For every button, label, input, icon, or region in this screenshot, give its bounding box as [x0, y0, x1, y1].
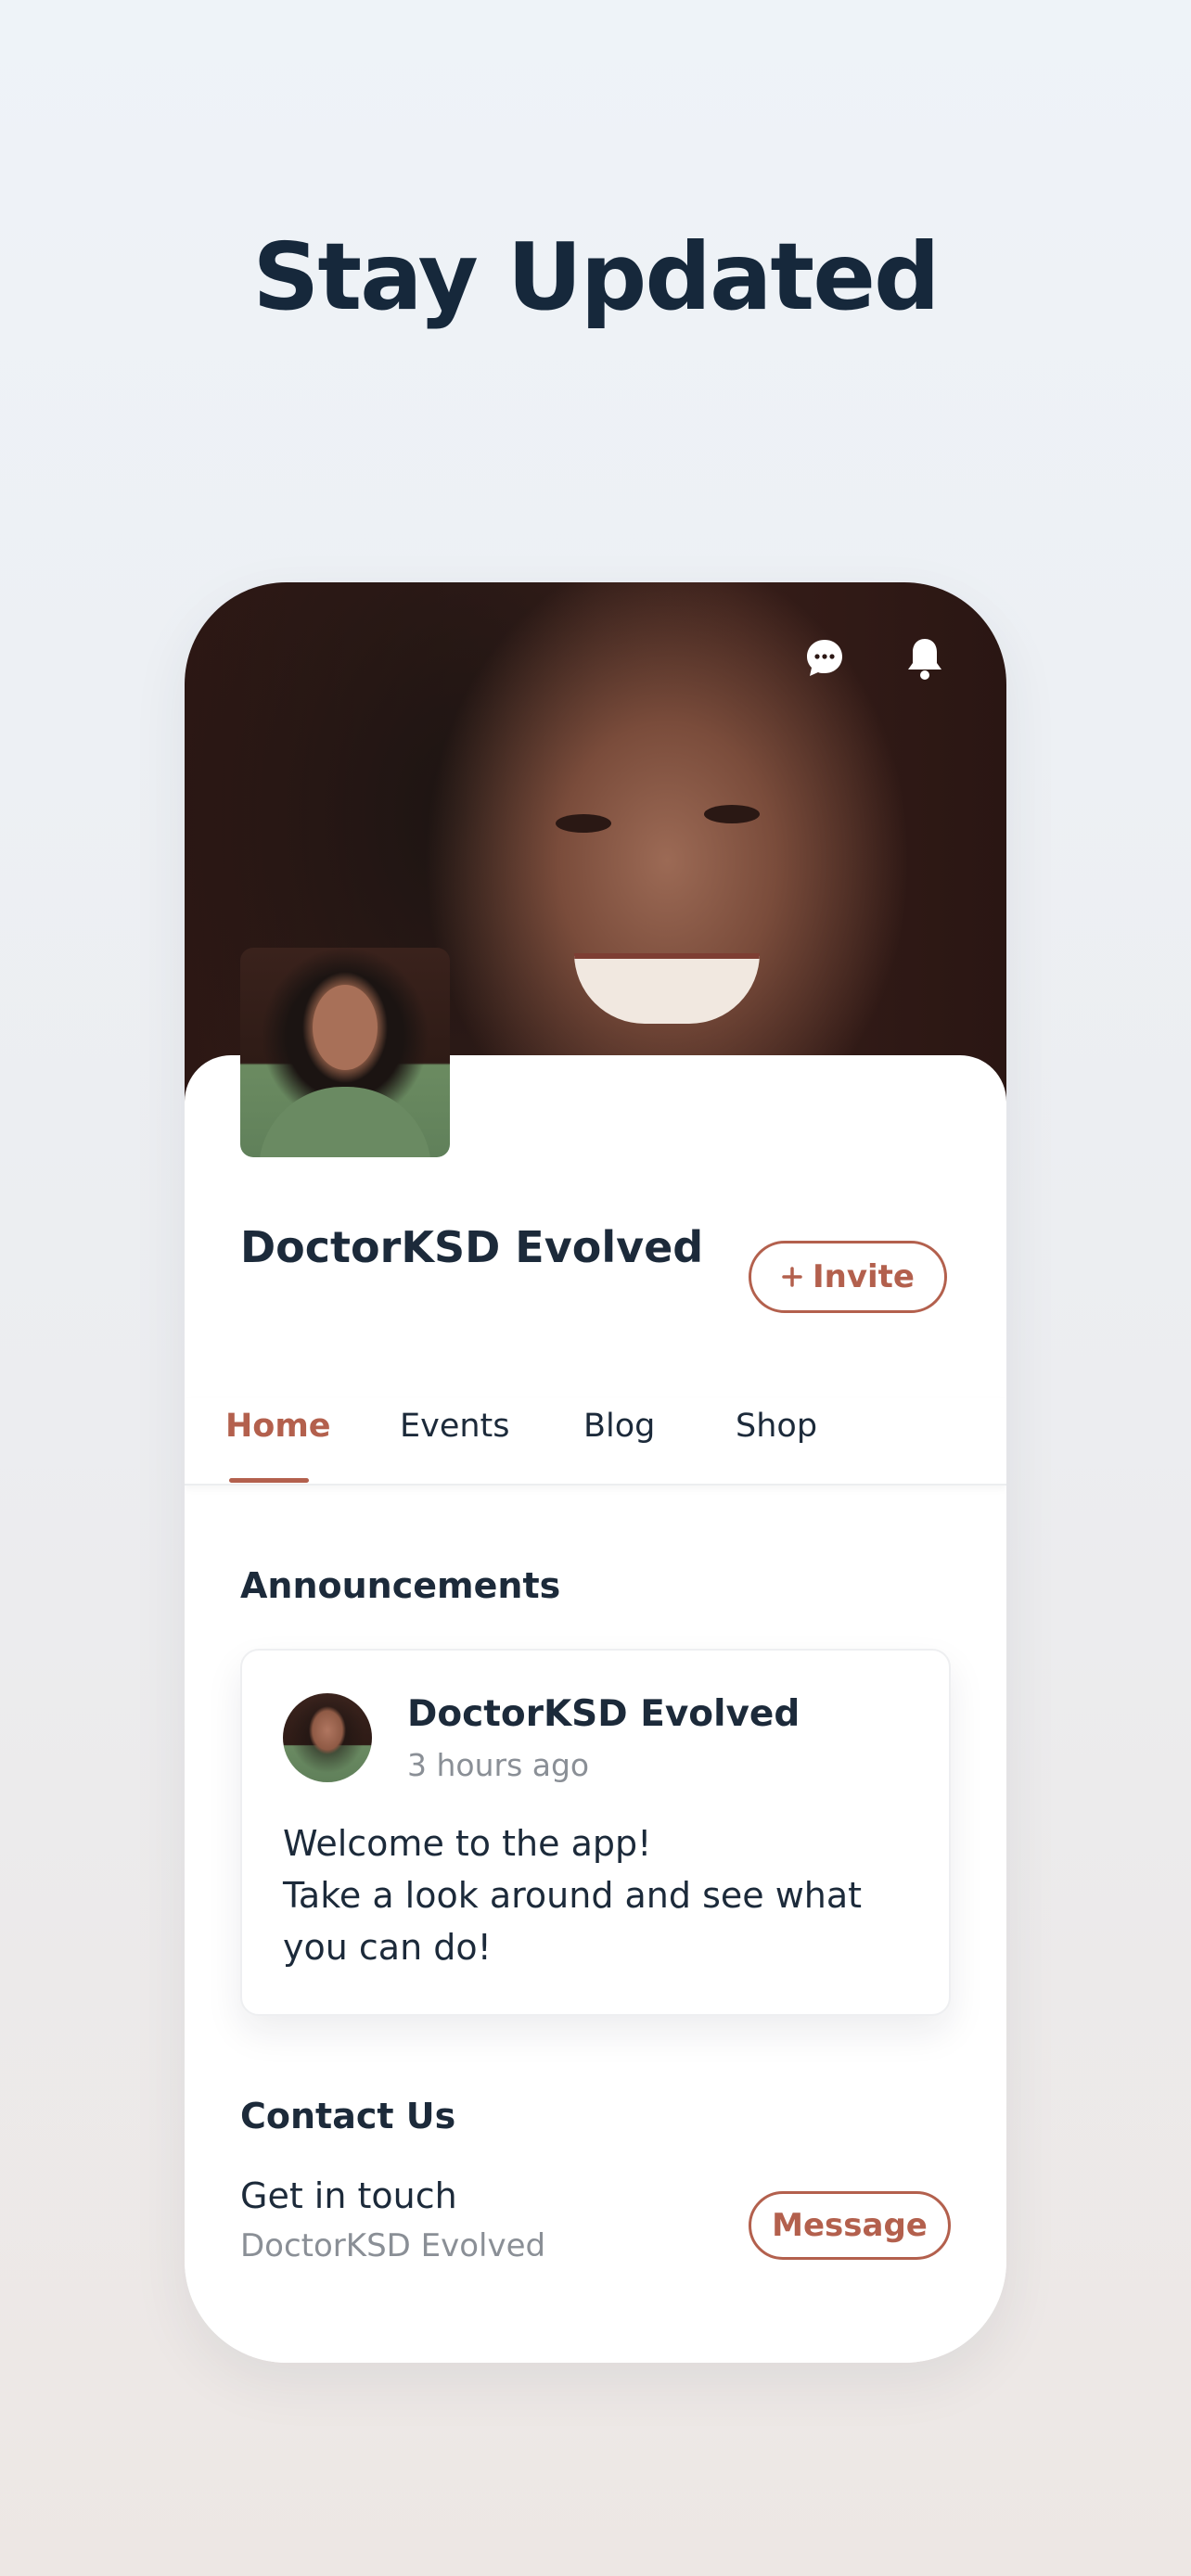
post-body: Welcome to the app! Take a look around a… [283, 1817, 923, 1973]
contact-line: Get in touch [240, 2175, 457, 2216]
cover-eye-right [704, 805, 760, 823]
site-name: DoctorKSD Evolved [240, 1222, 704, 1272]
plus-icon [782, 1267, 802, 1287]
announcements-title: Announcements [240, 1565, 561, 1606]
tab-bar: Home Events Blog Shop [185, 1398, 1006, 1486]
announcement-card[interactable]: DoctorKSD Evolved 3 hours ago Welcome to… [240, 1649, 951, 2016]
tab-events[interactable]: Events [400, 1408, 510, 1445]
headline: Stay Updated [252, 223, 940, 331]
message-button[interactable]: Message [749, 2191, 951, 2260]
app-screen: DoctorKSD Evolved Invite Home Events Blo… [185, 582, 1006, 2363]
cover-smile [574, 953, 760, 1024]
post-author-avatar[interactable] [283, 1693, 372, 1782]
cover-eye-left [556, 814, 611, 833]
avatar-shirt [259, 1087, 431, 1157]
tab-blog[interactable]: Blog [583, 1408, 655, 1445]
post-body-line: Welcome to the app! [283, 1823, 652, 1864]
active-tab-indicator [229, 1478, 309, 1483]
chat-bubble-icon[interactable] [797, 631, 852, 686]
tab-shop[interactable]: Shop [736, 1408, 817, 1445]
avatar-face [313, 985, 378, 1070]
invite-label: Invite [813, 1258, 915, 1295]
bell-icon[interactable] [897, 631, 953, 686]
post-body-line: Take a look around and see what you can … [283, 1875, 863, 1968]
profile-avatar[interactable] [240, 948, 450, 1157]
post-author[interactable]: DoctorKSD Evolved [407, 1693, 800, 1735]
post-timestamp: 3 hours ago [407, 1747, 590, 1783]
contact-title: Contact Us [240, 2096, 456, 2136]
contact-subtitle: DoctorKSD Evolved [240, 2227, 546, 2264]
invite-button[interactable]: Invite [749, 1241, 947, 1313]
tab-home[interactable]: Home [225, 1408, 331, 1445]
